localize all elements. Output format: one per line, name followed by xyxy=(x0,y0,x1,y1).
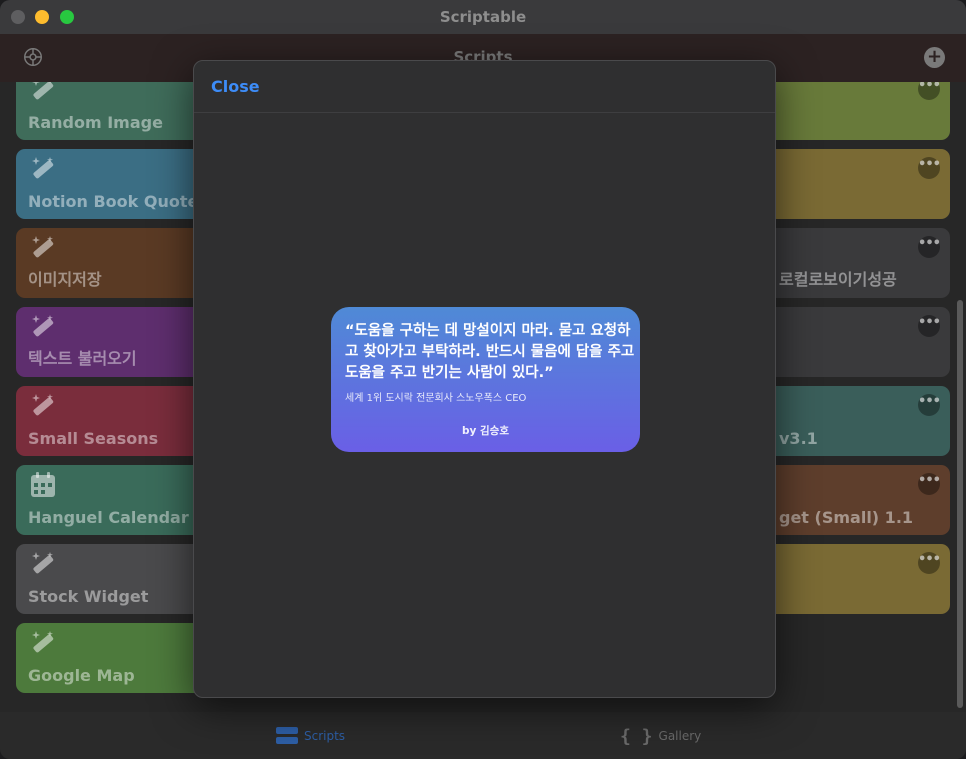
script-card-label: Notion Book Quote xyxy=(28,192,199,211)
braces-icon: { } xyxy=(620,725,653,747)
tab-scripts-label: Scripts xyxy=(304,729,346,743)
wand-icon xyxy=(28,313,58,341)
script-card-label: Stock Widget xyxy=(28,587,149,606)
more-options-icon[interactable]: ••• xyxy=(918,394,941,416)
close-button[interactable]: Close xyxy=(211,77,260,96)
wand-icon xyxy=(28,234,58,262)
tab-scripts[interactable]: Scripts xyxy=(276,722,345,750)
widget-preview-modal: Close “도움을 구하는 데 망설이지 마라. 묻고 요청하고 찾아가고 부… xyxy=(193,60,776,698)
script-card-label: 로컬로보이기성공 xyxy=(779,270,897,289)
wand-icon xyxy=(28,392,58,420)
more-options-icon[interactable]: ••• xyxy=(918,552,941,574)
script-card-label: Google Map xyxy=(28,666,135,685)
quote-text: “도움을 구하는 데 망설이지 마라. 묻고 요청하고 찾아가고 부탁하라. 반… xyxy=(345,323,635,381)
script-card-label: 텍스트 불러오기 xyxy=(28,349,137,368)
script-card-label: v3.1 xyxy=(779,429,818,448)
window-title: Scriptable xyxy=(439,8,527,26)
app-window: Scriptable Scripts + Random Image Notion … xyxy=(0,0,966,759)
quote-source: 세계 1위 도시락 전문회사 스노우폭스 CEO xyxy=(345,393,527,404)
more-options-icon[interactable]: ••• xyxy=(918,315,941,337)
wand-icon xyxy=(28,82,58,104)
wand-icon xyxy=(28,550,58,578)
calendar-icon xyxy=(28,471,58,499)
wand-icon xyxy=(28,629,58,657)
more-options-icon[interactable]: ••• xyxy=(918,473,941,495)
scripts-stack-icon xyxy=(276,727,298,745)
more-options-icon[interactable]: ••• xyxy=(918,157,941,179)
script-card-label: 이미지저장 xyxy=(28,270,102,289)
tab-gallery[interactable]: { } Gallery xyxy=(620,722,701,750)
add-script-button[interactable]: + xyxy=(924,47,945,68)
more-options-icon[interactable]: ••• xyxy=(918,82,941,100)
more-options-icon[interactable]: ••• xyxy=(918,236,941,258)
tab-gallery-label: Gallery xyxy=(658,729,702,743)
scrollbar[interactable] xyxy=(957,300,963,708)
script-card-label: Random Image xyxy=(28,113,163,132)
script-card-label: Small Seasons xyxy=(28,429,159,448)
script-card-label: get (Small) 1.1 xyxy=(779,508,914,527)
script-card-label: Hanguel Calendar 3. xyxy=(28,508,212,527)
quote-widget: “도움을 구하는 데 망설이지 마라. 묻고 요청하고 찾아가고 부탁하라. 반… xyxy=(331,307,640,452)
quote-author: by 김승호 xyxy=(462,425,509,437)
wand-icon xyxy=(28,155,58,183)
modal-header: Close xyxy=(194,61,775,113)
tab-bar: Scripts { } Gallery xyxy=(0,712,966,759)
title-bar: Scriptable xyxy=(0,0,966,34)
